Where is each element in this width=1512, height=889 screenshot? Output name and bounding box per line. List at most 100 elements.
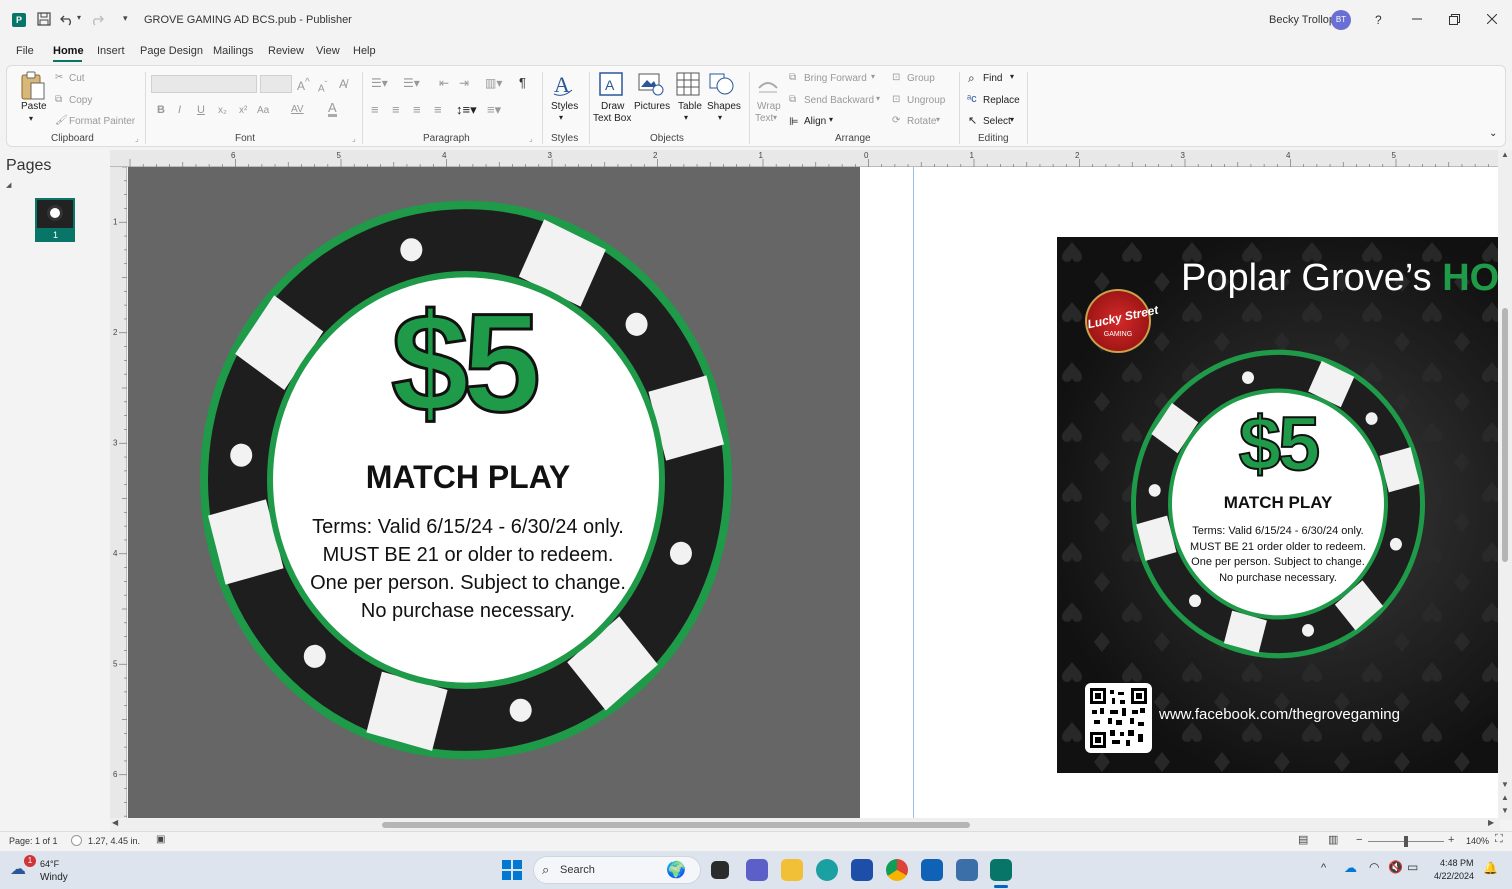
edge-browser-icon[interactable] [816, 859, 838, 881]
battery-icon[interactable]: ▭ [1407, 860, 1418, 874]
align-button[interactable]: Align [804, 116, 826, 127]
paragraph-dialog-launcher-icon[interactable]: ⌟ [529, 134, 533, 143]
avatar[interactable]: BT [1331, 10, 1351, 30]
styles-icon[interactable]: A [551, 72, 575, 98]
microsoft-store-icon[interactable] [851, 859, 873, 881]
shapes-button[interactable]: Shapes [707, 101, 741, 112]
publication-page[interactable]: Poplar Grove’s HO Lucky Street GAMING $5… [860, 167, 1498, 818]
shapes-icon[interactable] [709, 71, 735, 97]
align-objects-icon[interactable]: ⊫ [789, 115, 799, 128]
windows-start-icon[interactable] [502, 860, 522, 880]
clipboard-dialog-launcher-icon[interactable]: ⌟ [135, 134, 139, 143]
select-arrow-icon[interactable]: ↖ [968, 114, 977, 127]
draw-text-box-button[interactable]: Draw [601, 101, 624, 112]
chip-headline[interactable]: MATCH PLAY [308, 459, 628, 496]
menu-help[interactable]: Help [353, 45, 376, 57]
chip-amount[interactable]: $5 [343, 291, 583, 434]
close-icon[interactable] [1487, 14, 1497, 24]
show-hide-pilcrow[interactable]: ¶ [519, 75, 526, 90]
clock-time[interactable]: 4:48 PM [1440, 858, 1474, 868]
vertical-scroll-thumb[interactable] [1502, 308, 1508, 562]
menu-review[interactable]: Review [268, 45, 304, 57]
previous-page-icon[interactable]: ▲ [1501, 793, 1509, 802]
pages-pane-collapse-icon[interactable]: ◢ [6, 181, 11, 189]
horizontal-scrollbar[interactable]: ◀ ▶ [110, 818, 1500, 831]
publisher-taskbar-icon[interactable] [990, 859, 1012, 881]
save-icon[interactable] [37, 12, 51, 26]
pictures-icon[interactable] [638, 72, 664, 96]
undo-icon[interactable] [60, 12, 74, 26]
paste-dropdown-icon[interactable]: ▾ [29, 114, 33, 123]
zoom-level[interactable]: 140% [1466, 836, 1489, 846]
select-button[interactable]: Select [983, 116, 1011, 127]
notifications-bell-icon[interactable]: 🔔 [1483, 861, 1498, 875]
scratch-area[interactable]: $5 MATCH PLAY Terms: Valid 6/15/24 - 6/3… [128, 167, 860, 818]
help-button[interactable]: ? [1375, 13, 1382, 27]
scroll-up-icon[interactable]: ▲ [1501, 150, 1509, 159]
restore-icon[interactable] [1449, 14, 1460, 25]
weather-widget[interactable]: ☁ 1 64°F Windy [8, 855, 98, 885]
font-name-dropdown[interactable] [151, 75, 257, 93]
clock-date[interactable]: 4/22/2024 [1434, 871, 1474, 881]
font-size-dropdown[interactable] [260, 75, 292, 93]
shapes-dropdown-icon[interactable]: ▾ [718, 113, 722, 122]
wifi-icon[interactable]: ◠ [1369, 860, 1379, 874]
teams-chat-icon[interactable] [746, 859, 768, 881]
replace-button[interactable]: Replace [983, 95, 1020, 106]
user-name[interactable]: Becky Trollop [1269, 14, 1335, 26]
vertical-scrollbar[interactable]: ▲ ▼ ▲ ▼ [1498, 150, 1512, 820]
table-icon[interactable] [676, 72, 700, 96]
table-dropdown-icon[interactable]: ▾ [684, 113, 688, 122]
menu-page-design[interactable]: Page Design [140, 45, 203, 57]
find-icon[interactable]: ⌕ [968, 71, 975, 86]
paste-button[interactable]: Paste [21, 101, 47, 112]
vertical-ruler[interactable]: 1 2 3 4 5 6 [110, 167, 127, 818]
fit-page-icon[interactable]: ⛶ [1495, 833, 1503, 846]
font-dialog-launcher-icon[interactable]: ⌟ [352, 134, 356, 143]
chrome-browser-icon[interactable] [886, 859, 908, 881]
next-page-icon[interactable]: ▼ [1501, 806, 1509, 815]
find-dropdown-icon[interactable]: ▾ [1010, 72, 1014, 81]
horizontal-ruler[interactable]: 6 5 4 3 2 1 0 1 2 3 4 5 [110, 150, 1500, 167]
menu-mailings[interactable]: Mailings [213, 45, 253, 57]
menu-view[interactable]: View [316, 45, 340, 57]
file-explorer-icon[interactable] [781, 859, 803, 881]
single-page-view-icon[interactable]: ▤ [1298, 833, 1308, 846]
taskbar-search-box[interactable]: ⌕ Search 🌍 [533, 856, 701, 884]
task-view-icon[interactable] [711, 861, 729, 879]
styles-button[interactable]: Styles [551, 101, 578, 112]
collapse-ribbon-icon[interactable]: ⌄ [1489, 128, 1497, 139]
scroll-left-icon[interactable]: ◀ [112, 818, 118, 827]
quick-access-customize-icon[interactable]: ▾ [123, 13, 128, 24]
line-spacing-icon[interactable]: ↕≡▾ [456, 102, 477, 118]
page-indicator[interactable]: Page: 1 of 1 [9, 836, 58, 846]
scroll-right-icon[interactable]: ▶ [1488, 818, 1494, 827]
draw-text-box-icon[interactable]: A [598, 71, 624, 97]
paste-icon[interactable] [19, 71, 47, 101]
scroll-down-icon[interactable]: ▼ [1501, 780, 1509, 789]
table-button[interactable]: Table [678, 101, 702, 112]
pictures-button[interactable]: Pictures [634, 101, 670, 112]
align-dropdown-icon[interactable]: ▾ [829, 115, 833, 124]
show-hidden-icons-icon[interactable]: ^ [1321, 862, 1326, 874]
volume-muted-icon[interactable]: 🔇 [1388, 860, 1403, 874]
two-page-view-icon[interactable]: ▥ [1328, 833, 1338, 846]
onedrive-icon[interactable]: ☁ [1344, 860, 1357, 876]
outlook-icon[interactable] [921, 859, 943, 881]
zoom-in-button[interactable]: + [1448, 834, 1454, 846]
menu-file[interactable]: File [16, 45, 34, 57]
zoom-slider-thumb[interactable] [1404, 836, 1408, 847]
horizontal-scroll-thumb[interactable] [382, 822, 970, 828]
styles-dropdown-icon[interactable]: ▾ [559, 113, 563, 122]
ad-card[interactable]: Poplar Grove’s HO Lucky Street GAMING $5… [1057, 237, 1498, 773]
minimize-icon[interactable] [1412, 14, 1422, 24]
menu-home[interactable]: Home [53, 45, 84, 57]
zoom-slider[interactable] [1368, 836, 1444, 847]
menu-insert[interactable]: Insert [97, 45, 125, 57]
calculator-icon[interactable] [956, 859, 978, 881]
replace-icon[interactable]: ᵃc [967, 93, 977, 105]
zoom-out-button[interactable]: − [1356, 834, 1362, 846]
chip-terms[interactable]: Terms: Valid 6/15/24 - 6/30/24 only. MUS… [288, 513, 648, 625]
select-dropdown-icon[interactable]: ▾ [1010, 115, 1014, 124]
find-button[interactable]: Find [983, 73, 1002, 84]
